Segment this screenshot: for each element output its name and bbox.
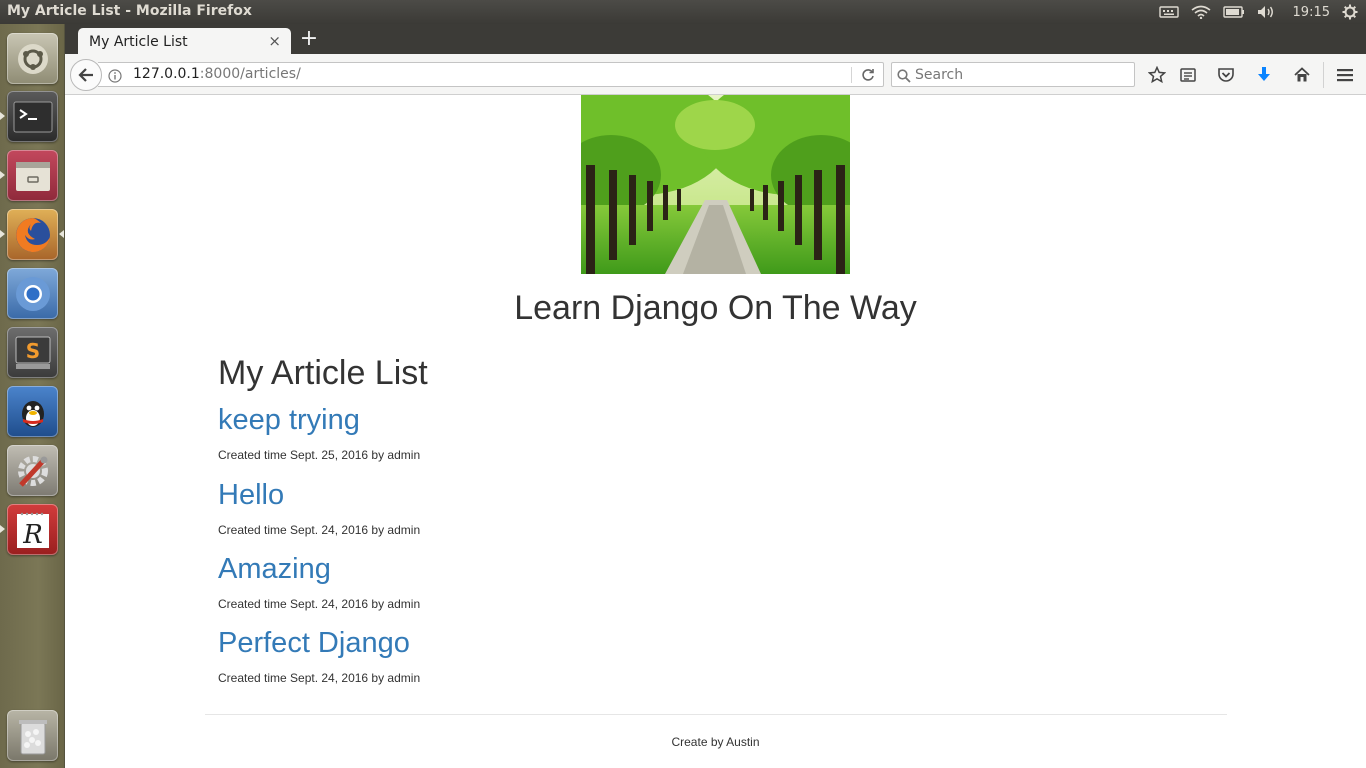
reload-icon[interactable]	[860, 67, 876, 87]
downloads-icon[interactable]	[1253, 64, 1275, 86]
system-settings-icon[interactable]	[7, 445, 58, 496]
window-title: My Article List - Mozilla Firefox	[7, 3, 252, 19]
trash-icon[interactable]	[7, 710, 58, 761]
pocket-icon[interactable]	[1215, 64, 1237, 86]
back-arrow-icon	[78, 68, 93, 82]
keyboard-icon[interactable]	[1158, 5, 1179, 19]
page-content: Learn Django On The Way My Article List …	[65, 95, 1366, 768]
home-icon[interactable]	[1291, 64, 1313, 86]
url-path: :8000/articles/	[199, 66, 301, 82]
firefox-icon[interactable]	[7, 209, 58, 260]
article-link[interactable]: Amazing	[218, 553, 331, 586]
power-gear-icon[interactable]	[1342, 4, 1358, 20]
article-meta: Created time Sept. 24, 2016 by admin	[218, 523, 421, 537]
site-title: Learn Django On The Way	[514, 289, 917, 327]
tab-title: My Article List	[89, 33, 188, 50]
sublime-text-icon[interactable]: S	[7, 327, 58, 378]
url-host: 127.0.0.1	[133, 66, 200, 82]
tab-active[interactable]: My Article List ×	[78, 28, 291, 55]
bookmark-star-icon[interactable]	[1146, 64, 1168, 86]
article-link[interactable]: Perfect Django	[218, 627, 410, 660]
search-box[interactable]: Search	[891, 62, 1135, 87]
svg-text:S: S	[25, 339, 39, 363]
reading-list-icon[interactable]	[1177, 64, 1199, 86]
header-image	[581, 95, 850, 274]
wifi-icon[interactable]	[1191, 5, 1211, 19]
article-meta: Created time Sept. 25, 2016 by admin	[218, 448, 421, 462]
panel-indicators: 19:15	[1158, 0, 1358, 24]
page-title: My Article List	[218, 354, 428, 392]
files-icon[interactable]	[7, 150, 58, 201]
site-info-icon[interactable]	[108, 68, 122, 87]
panel-clock[interactable]: 19:15	[1293, 5, 1330, 20]
url-text[interactable]: 127.0.0.1:8000/articles/	[133, 66, 301, 82]
footer-text: Create by Austin	[671, 735, 760, 749]
address-bar[interactable]: 127.0.0.1:8000/articles/	[98, 62, 884, 87]
qq-icon[interactable]	[7, 386, 58, 437]
toolbar-divider	[1323, 62, 1324, 88]
back-button[interactable]	[70, 59, 102, 91]
search-icon	[897, 68, 911, 87]
menu-hamburger-icon[interactable]	[1334, 64, 1356, 86]
article-meta: Created time Sept. 24, 2016 by admin	[218, 597, 421, 611]
terminal-icon[interactable]	[7, 91, 58, 142]
top-panel: My Article List - Mozilla Firefox 19:15	[0, 0, 1366, 24]
footer-divider	[205, 714, 1227, 715]
search-placeholder: Search	[915, 67, 964, 83]
launcher: S R	[0, 24, 65, 768]
article-link[interactable]: Hello	[218, 479, 284, 512]
volume-icon[interactable]	[1257, 5, 1275, 19]
url-separator	[851, 67, 852, 83]
new-tab-button[interactable]: +	[299, 28, 319, 50]
ubuntu-dash-icon[interactable]	[7, 33, 58, 84]
chromium-icon[interactable]	[7, 268, 58, 319]
svg-text:R: R	[22, 520, 43, 550]
article-meta: Created time Sept. 24, 2016 by admin	[218, 671, 421, 685]
article-link[interactable]: keep trying	[218, 404, 360, 437]
rstudio-icon[interactable]: R	[7, 504, 58, 555]
tab-close-icon[interactable]: ×	[268, 32, 281, 50]
battery-icon[interactable]	[1222, 5, 1245, 19]
